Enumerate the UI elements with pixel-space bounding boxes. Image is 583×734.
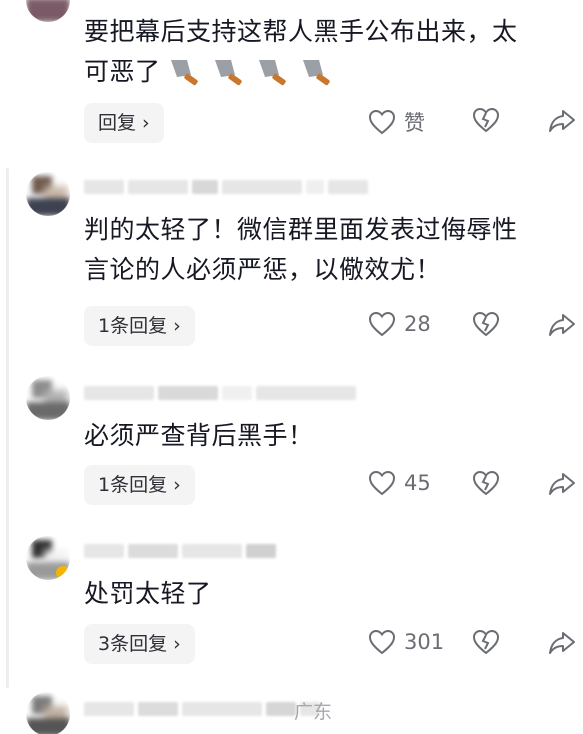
comment-text-line-2: 言论的人必须严惩，以儆效尤！ [84, 255, 442, 284]
verified-badge-icon [56, 566, 70, 580]
reply-label: 1条回复 [98, 474, 168, 496]
reply-button[interactable]: 3条回复 › [84, 624, 195, 664]
comment-text-line: 判的太轻了！微信群里面发表过侮辱性 [84, 215, 518, 244]
like-button[interactable]: 45 [368, 470, 431, 496]
dislike-button[interactable] [472, 107, 500, 133]
like-count: 28 [404, 312, 431, 336]
dislike-button[interactable] [472, 311, 500, 337]
comment-text: 要把幕后支持这帮人黑手公布出来，太 可恶了 [84, 12, 564, 92]
broken-heart-icon [472, 311, 500, 337]
like-button[interactable]: 28 [368, 311, 431, 337]
reply-label: 1条回复 [98, 315, 168, 337]
comment-text-line: 必须严查背后黑手！ [84, 421, 314, 450]
like-count: 45 [404, 471, 431, 495]
avatar[interactable] [26, 172, 70, 216]
share-arrow-icon [549, 110, 575, 132]
share-button[interactable] [548, 630, 576, 656]
comment-text-line-2: 可恶了 [84, 57, 161, 86]
chevron-right-icon: › [142, 112, 150, 134]
heart-outline-icon [368, 629, 396, 655]
avatar[interactable] [26, 692, 70, 734]
comment-text-line: 要把幕后支持这帮人黑手公布出来，太 [84, 17, 518, 46]
reply-button[interactable]: 1条回复 › [84, 306, 195, 346]
username-redacted[interactable] [84, 384, 356, 402]
reply-button[interactable]: 1条回复 › [84, 465, 195, 505]
chevron-right-icon: › [173, 633, 181, 655]
comment-text-line: 处罚太轻了 [84, 579, 212, 608]
dislike-button[interactable] [472, 629, 500, 655]
username-redacted[interactable] [84, 542, 276, 560]
comment-text: 必须严查背后黑手！ [84, 416, 564, 456]
heart-outline-icon [368, 311, 396, 337]
comment-text: 判的太轻了！微信群里面发表过侮辱性 言论的人必须严惩，以儆效尤！ [84, 210, 564, 290]
share-button[interactable] [548, 471, 576, 497]
like-count: 301 [404, 630, 445, 654]
broken-heart-icon [472, 470, 500, 496]
like-button[interactable]: 赞 [368, 107, 425, 137]
heart-outline-icon [368, 470, 396, 496]
reply-button[interactable]: 回复 › [84, 103, 164, 143]
share-button[interactable] [548, 312, 576, 338]
broken-heart-icon [472, 107, 500, 133]
share-button[interactable] [548, 108, 576, 134]
thread-line [6, 168, 9, 688]
dislike-button[interactable] [472, 470, 500, 496]
username-redacted[interactable] [84, 178, 368, 196]
knife-emoji-icon [165, 57, 335, 87]
avatar[interactable] [26, 376, 70, 420]
like-button[interactable]: 301 [368, 629, 444, 655]
avatar[interactable] [26, 536, 70, 580]
share-arrow-icon [549, 632, 575, 654]
share-arrow-icon [549, 473, 575, 495]
username-redacted[interactable] [84, 700, 320, 718]
reply-label: 回复 [98, 112, 137, 134]
share-arrow-icon [549, 314, 575, 336]
chevron-right-icon: › [173, 315, 181, 337]
comment-text: 处罚太轻了 [84, 574, 564, 614]
reply-label: 3条回复 [98, 633, 168, 655]
chevron-right-icon: › [173, 474, 181, 496]
avatar-partial[interactable] [26, 0, 70, 22]
broken-heart-icon [472, 629, 500, 655]
heart-outline-icon [368, 109, 396, 135]
comment-text-line: 可恶了 [84, 52, 564, 92]
location-label: 广东 [294, 701, 333, 723]
like-label: 赞 [404, 111, 425, 135]
